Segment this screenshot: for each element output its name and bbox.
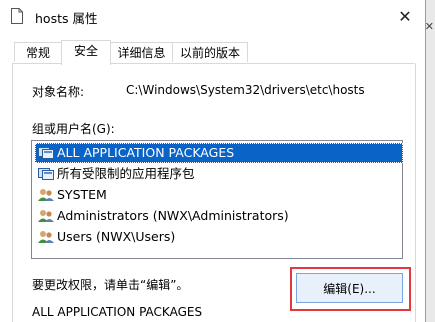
list-item-all-application-packages[interactable]: ALL APPLICATION PACKAGES xyxy=(35,143,403,163)
users-icon xyxy=(38,231,54,243)
object-name-label: 对象名称: xyxy=(32,85,85,99)
permissions-for-label: ALL APPLICATION PACKAGES xyxy=(32,305,203,319)
tab-security[interactable]: 安全 xyxy=(61,40,111,65)
list-item-label: Administrators (NWX\Administrators) xyxy=(57,208,289,223)
close-icon: ✕ xyxy=(398,6,412,26)
list-item-label: 所有受限制的应用程序包 xyxy=(57,166,195,181)
document-icon xyxy=(11,8,23,24)
tab-strip: 常规 安全 详细信息 以前的版本 xyxy=(0,40,425,65)
users-list[interactable]: ALL APPLICATION PACKAGES 所有受限制的应用程序包 SYS… xyxy=(31,140,403,259)
list-item-users[interactable]: Users (NWX\Users) xyxy=(35,227,403,247)
change-permissions-hint: 要更改权限，请单击“编辑”。 xyxy=(32,278,189,292)
users-icon xyxy=(38,189,54,201)
package-group-icon xyxy=(38,168,54,180)
list-item-system[interactable]: SYSTEM xyxy=(35,185,403,205)
list-item-label: Users (NWX\Users) xyxy=(57,229,176,244)
list-item-label: ALL APPLICATION PACKAGES xyxy=(57,145,235,160)
tab-details[interactable]: 详细信息 xyxy=(110,42,173,62)
window-title: hosts 属性 xyxy=(35,11,98,26)
object-name-value: C:\Windows\System32\drivers\etc\hosts xyxy=(126,83,365,97)
close-button[interactable]: ✕ xyxy=(391,2,419,30)
properties-dialog: hosts 属性 ✕ 常规 安全 详细信息 以前的版本 对象名称: C:\Win… xyxy=(0,0,426,322)
list-item-restricted-packages[interactable]: 所有受限制的应用程序包 xyxy=(35,164,403,184)
package-group-icon xyxy=(38,147,54,159)
tab-general[interactable]: 常规 xyxy=(14,42,62,62)
users-icon xyxy=(38,210,54,222)
groups-label: 组或用户名(G): xyxy=(32,122,115,136)
list-item-administrators[interactable]: Administrators (NWX\Administrators) xyxy=(35,206,403,226)
tab-previous-versions[interactable]: 以前的版本 xyxy=(172,42,248,62)
edit-button[interactable]: 编辑(E)... xyxy=(296,273,403,303)
list-item-label: SYSTEM xyxy=(57,187,107,202)
title-bar: hosts 属性 ✕ xyxy=(0,0,425,33)
